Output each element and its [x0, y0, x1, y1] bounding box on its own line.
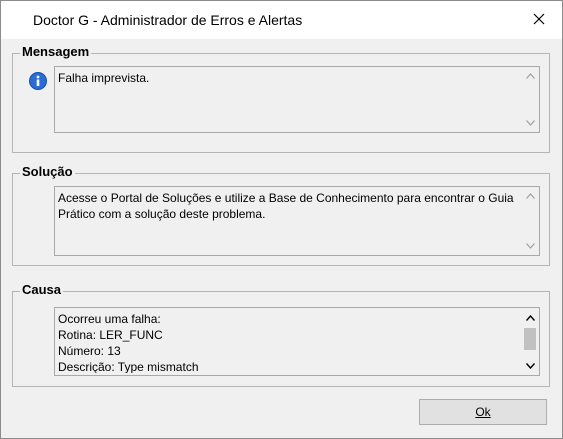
causa-text: Ocorreu uma falha: Rotina: LER_FUNC Núme… [58, 311, 519, 373]
causa-line: Ocorreu uma falha: [58, 312, 161, 326]
causa-group: Causa Ocorreu uma falha: Rotina: LER_FUN… [12, 282, 550, 387]
window-title: Doctor G - Administrador de Erros e Aler… [33, 12, 303, 28]
mensagem-label: Mensagem [20, 44, 92, 59]
scroll-up-arrow[interactable] [521, 310, 539, 326]
scroll-down-arrow[interactable] [521, 115, 539, 131]
causa-line: Número: 13 [58, 344, 121, 358]
causa-line: Rotina: LER_FUNC [58, 328, 163, 342]
close-button[interactable] [516, 1, 562, 39]
mensagem-textbox[interactable]: Falha imprevista. [54, 66, 540, 133]
causa-line: Descrição: Type mismatch [58, 360, 199, 373]
dialog-window: Doctor G - Administrador de Erros e Aler… [0, 0, 563, 439]
ok-button-label: Ok [475, 405, 491, 419]
causa-textbox[interactable]: Ocorreu uma falha: Rotina: LER_FUNC Núme… [54, 307, 540, 376]
title-bar: Doctor G - Administrador de Erros e Aler… [1, 1, 562, 39]
causa-scrollbar[interactable] [521, 308, 539, 375]
mensagem-group: Mensagem Falha imprevista. [12, 44, 550, 153]
close-icon [533, 13, 545, 28]
solucao-text: Acesse o Portal de Soluções e utilize a … [58, 191, 517, 221]
scroll-up-arrow[interactable] [521, 68, 539, 84]
chevron-down-icon [525, 363, 535, 369]
chevron-up-icon [525, 193, 535, 199]
ok-button[interactable]: Ok [419, 399, 547, 425]
info-icon [29, 72, 47, 90]
solucao-group: Solução Acesse o Portal de Soluções e ut… [12, 164, 550, 266]
scroll-down-arrow[interactable] [521, 358, 539, 374]
chevron-down-icon [525, 120, 535, 126]
scroll-down-arrow[interactable] [521, 238, 539, 254]
chevron-up-icon [525, 73, 535, 79]
scroll-thumb[interactable] [524, 328, 536, 350]
solucao-scrollbar[interactable] [521, 187, 539, 255]
mensagem-scrollbar[interactable] [521, 67, 539, 132]
mensagem-text: Falha imprevista. [58, 71, 150, 85]
solucao-textbox[interactable]: Acesse o Portal de Soluções e utilize a … [54, 186, 540, 256]
causa-label: Causa [20, 282, 64, 297]
solucao-label: Solução [20, 164, 75, 179]
chevron-up-icon [525, 315, 535, 321]
chevron-down-icon [525, 243, 535, 249]
scroll-up-arrow[interactable] [521, 188, 539, 204]
